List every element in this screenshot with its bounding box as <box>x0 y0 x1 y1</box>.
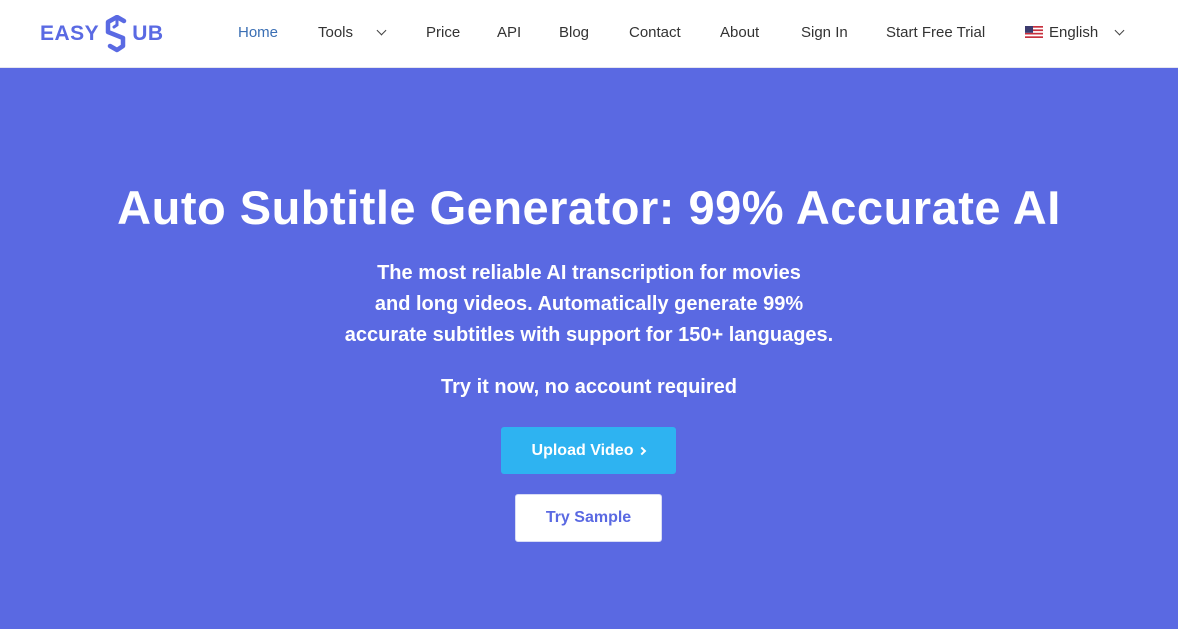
nav-price[interactable]: Price <box>426 0 460 66</box>
hero-description: The most reliable AI transcription for m… <box>289 258 889 351</box>
upload-video-label: Upload Video <box>531 441 634 459</box>
nav-tools-label: Tools <box>318 24 354 41</box>
hero-section: Auto Subtitle Generator: 99% Accurate AI… <box>0 68 1178 629</box>
hero-description-line-3: accurate subtitles with support for 150+… <box>344 324 834 346</box>
nav-sign-in[interactable]: Sign In <box>801 0 848 66</box>
hero-description-line-2: and long videos. Automatically generate … <box>374 293 804 315</box>
upload-video-button[interactable]: Upload Video <box>501 427 676 474</box>
nav-api[interactable]: API <box>497 0 521 66</box>
nav-about[interactable]: About <box>720 0 759 66</box>
try-now-text: Try it now, no account required <box>441 376 737 398</box>
nav-home[interactable]: Home <box>238 0 278 66</box>
nav-tools[interactable]: Tools <box>318 0 387 66</box>
language-selector[interactable]: English <box>1025 0 1125 66</box>
chevron-down-icon <box>1114 25 1125 36</box>
nav-start-free-trial[interactable]: Start Free Trial <box>886 0 985 66</box>
chevron-right-icon <box>638 446 647 455</box>
nav-blog[interactable]: Blog <box>559 0 589 66</box>
brand-name-left: EASY <box>40 22 100 45</box>
us-flag-icon <box>1025 26 1043 38</box>
s-logo-icon <box>105 15 127 53</box>
nav-contact[interactable]: Contact <box>629 0 681 66</box>
brand-name-right: UB <box>132 22 164 45</box>
language-label: English <box>1049 24 1099 41</box>
hero-title: Auto Subtitle Generator: 99% Accurate AI <box>117 181 1061 234</box>
brand-logo[interactable]: EASY UB <box>40 14 164 54</box>
top-navbar: EASY UB Home Tools Price API Blog Contac… <box>0 0 1178 68</box>
chevron-down-icon <box>376 25 387 36</box>
try-sample-button[interactable]: Try Sample <box>515 494 662 542</box>
hero-description-line-1: The most reliable AI transcription for m… <box>377 262 801 284</box>
